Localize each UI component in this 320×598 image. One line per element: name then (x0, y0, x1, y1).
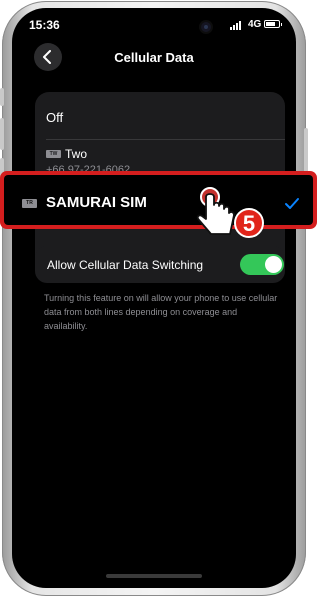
option-off[interactable]: Off (46, 110, 63, 125)
step-number: 5 (243, 211, 255, 236)
home-indicator (106, 574, 202, 578)
highlighted-option-samurai-sim[interactable]: TR SAMURAI SIM (0, 171, 317, 229)
front-camera (201, 22, 211, 32)
option-two[interactable]: Two (65, 147, 87, 161)
sim-tag-icon: TW (46, 150, 61, 158)
data-switching-toggle[interactable] (240, 254, 284, 275)
divider (46, 139, 285, 140)
sim-tag-icon: TR (22, 199, 37, 208)
data-switching-row: Allow Cellular Data Switching (35, 246, 285, 283)
status-bar: 15:36 4G (12, 8, 296, 36)
page-title: Cellular Data (114, 50, 194, 65)
power-button (304, 128, 308, 176)
network-type: 4G (248, 19, 262, 30)
option-samurai-sim-label: SAMURAI SIM (46, 194, 147, 211)
checkmark-icon (285, 198, 299, 209)
volume-up-button (0, 118, 4, 150)
data-switching-description: Turning this feature on will allow your … (44, 293, 278, 331)
status-time: 15:36 (29, 18, 60, 32)
signal-icon (230, 21, 241, 30)
tap-hand-cursor-icon: 5 (196, 187, 264, 238)
data-switching-label: Allow Cellular Data Switching (47, 258, 204, 272)
action-button (0, 88, 4, 106)
phone-screen: 15:36 4G Cellular Data Off TW Two +66 97… (12, 8, 296, 588)
battery-icon (264, 20, 282, 28)
